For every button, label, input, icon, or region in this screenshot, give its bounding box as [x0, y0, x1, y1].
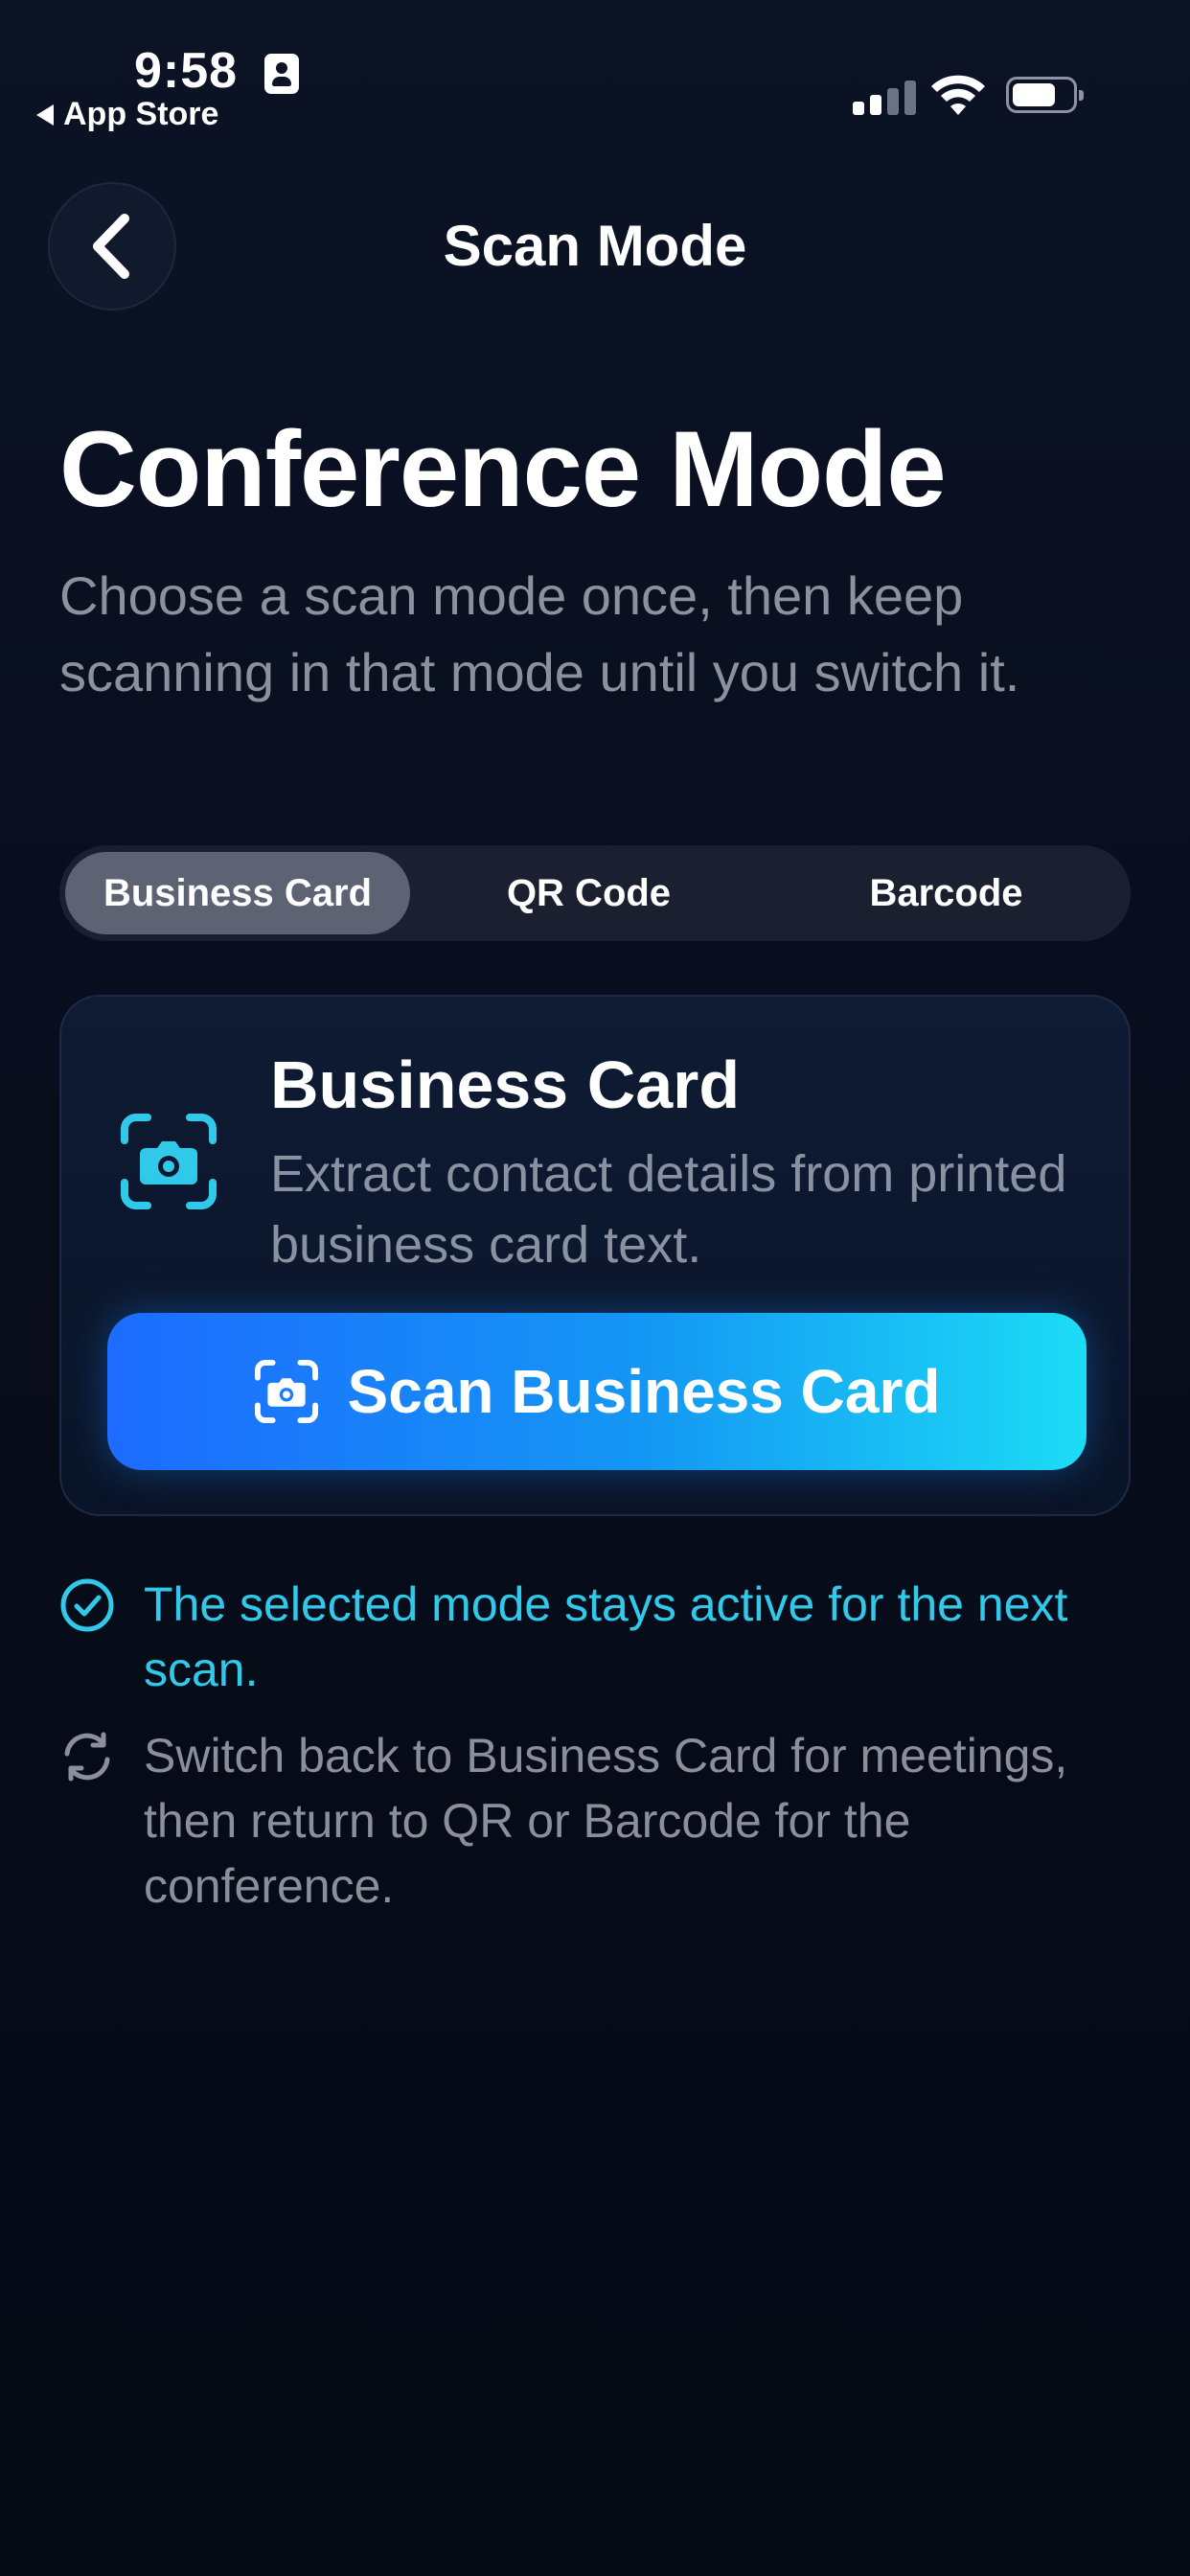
camera-scan-icon: [121, 1114, 217, 1209]
page-subtitle: Choose a scan mode once, then keep scann…: [59, 565, 1020, 702]
back-to-app-store-link[interactable]: App Store: [36, 96, 218, 133]
status-time: 9:58: [134, 43, 239, 99]
cellular-signal-icon: [853, 80, 916, 115]
card-description: Extract contact details from printed bus…: [270, 1145, 1067, 1274]
wifi-icon: [931, 75, 985, 115]
camera-scan-icon: [254, 1359, 318, 1424]
screen: 9:58 App Store Scan Mode Conference Mode…: [0, 0, 1190, 2576]
nav-title: Scan Mode: [443, 214, 747, 278]
card-title: Business Card: [270, 1047, 741, 1122]
info-row-switch-mode: Switch back to Business Card for meeting…: [59, 1723, 1140, 1919]
back-triangle-icon: [36, 104, 54, 126]
info-text-switch-mode: Switch back to Business Card for meeting…: [144, 1729, 1068, 1913]
contact-card-icon: [264, 54, 299, 94]
check-circle-icon: [60, 1578, 114, 1632]
battery-icon: [1006, 77, 1084, 113]
mode-card: Business Card Extract contact details fr…: [59, 995, 1131, 1516]
page-title: Conference Mode: [59, 409, 947, 529]
scan-button-label: Scan Business Card: [347, 1357, 941, 1426]
scan-business-card-button[interactable]: Scan Business Card: [107, 1313, 1087, 1470]
segment-business-card[interactable]: Business Card: [65, 852, 410, 934]
info-text-mode-active: The selected mode stays active for the n…: [144, 1577, 1068, 1696]
segment-qr-code[interactable]: QR Code: [410, 852, 767, 934]
back-app-label: App Store: [63, 96, 219, 132]
info-row-mode-active: The selected mode stays active for the n…: [59, 1572, 1140, 1702]
segment-barcode[interactable]: Barcode: [767, 852, 1125, 934]
scan-mode-segmented-control: Business Card QR Code Barcode: [59, 845, 1131, 941]
refresh-icon: [64, 1732, 110, 1782]
